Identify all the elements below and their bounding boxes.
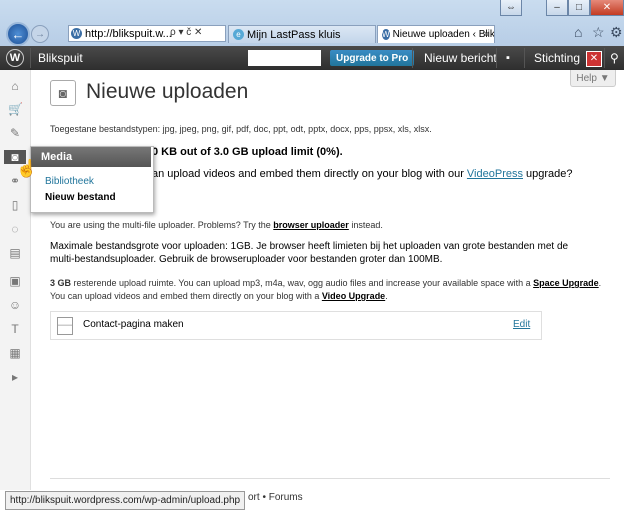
address-text: http://blikspuit.w...: [85, 27, 172, 40]
restore-icon[interactable]: ⇔: [500, 0, 522, 16]
close-window-button[interactable]: ✕: [590, 0, 624, 16]
media-item-title: Contact-pagina maken: [83, 319, 184, 330]
media-page-icon: ◙: [50, 80, 76, 106]
posts-pin-icon[interactable]: ✎: [8, 126, 22, 140]
forward-arrow-icon: →: [35, 28, 45, 40]
settings-icon[interactable]: ▦: [8, 346, 22, 360]
tab-lastpass[interactable]: e Mijn LastPass kluis: [228, 25, 376, 43]
users-icon[interactable]: ☺: [8, 298, 22, 312]
store-cart-icon[interactable]: 🛒: [8, 102, 23, 116]
wordpress-favicon-icon: W: [71, 28, 82, 39]
site-name[interactable]: Blikspuit: [38, 46, 83, 70]
minimize-button[interactable]: –: [546, 0, 568, 16]
tab-close-icon[interactable]: ×: [483, 27, 490, 41]
space-upgrade-link[interactable]: Space Upgrade: [533, 278, 599, 288]
back-arrow-icon: ←: [11, 26, 25, 42]
page-title: Nieuwe uploaden: [86, 80, 249, 103]
max-size-notice: Maximale bestandsgrote voor uploaden: 1G…: [50, 241, 569, 265]
tab-nieuwe-uploaden[interactable]: W Nieuwe uploaden ‹ Blikspui...: [377, 25, 495, 43]
settings-gear-icon[interactable]: ⚙: [610, 24, 623, 41]
videopress-text: an upload videos and embed them directly…: [152, 168, 573, 180]
back-button[interactable]: ←: [6, 22, 30, 46]
document-icon: [57, 317, 73, 335]
tab-label: Nieuwe uploaden ‹ Blikspui...: [392, 29, 495, 40]
menu-item-bibliotheek[interactable]: Bibliotheek: [45, 176, 94, 187]
feedback-icon[interactable]: ▤: [8, 246, 22, 260]
user-menu[interactable]: Stichting: [534, 46, 580, 70]
video-upgrade-link[interactable]: Video Upgrade: [322, 291, 385, 301]
status-bar-url: http://blikspuit.wordpress.com/wp-admin/…: [5, 491, 246, 510]
edit-link[interactable]: Edit: [513, 319, 530, 330]
appearance-icon[interactable]: ▣: [8, 274, 22, 288]
pages-icon[interactable]: ▯: [8, 198, 22, 212]
ie-favicon-icon: e: [233, 29, 244, 40]
address-actions[interactable]: ρ ▾ č ✕: [170, 27, 202, 38]
new-post-button[interactable]: Nieuw bericht: [424, 46, 497, 70]
maximize-button[interactable]: □: [568, 0, 590, 16]
admin-sidebar: ⌂ 🛒 ✎ ◙ ⚭ ▯ ◌ ▤ ▣ ☺ T ▦ ▸: [0, 70, 31, 490]
media-flyout-menu: Media Bibliotheek Nieuw bestand: [30, 146, 154, 213]
wordpress-logo-icon[interactable]: W: [6, 46, 24, 70]
tools-icon[interactable]: T: [8, 322, 22, 336]
footer-links[interactable]: ort • Forums: [248, 492, 303, 503]
wp-admin-bar: W Blikspuit Upgrade to Pro Nieuw bericht…: [0, 46, 624, 70]
home-icon[interactable]: ⌂: [574, 24, 582, 40]
adminbar-search-input[interactable]: [248, 50, 321, 66]
videopress-link[interactable]: VideoPress: [467, 168, 523, 180]
collapse-menu-icon[interactable]: ▸: [8, 370, 22, 384]
upgrade-to-pro-button[interactable]: Upgrade to Pro: [330, 50, 415, 66]
hand-cursor-icon: ☝: [16, 159, 38, 178]
allowed-filetypes: Toegestane bestandstypen: jpg, jpeg, png…: [50, 124, 432, 134]
forward-button[interactable]: →: [31, 25, 49, 43]
multi-uploader-notice: You are using the multi-file uploader. P…: [50, 220, 383, 230]
space-notice: 3 GB resterende upload ruimte. You can u…: [50, 278, 602, 301]
comments-icon[interactable]: ▪: [506, 46, 510, 70]
menu-item-nieuw-bestand[interactable]: Nieuw bestand: [45, 192, 116, 203]
comments-icon[interactable]: ◌: [8, 222, 22, 236]
dashboard-icon[interactable]: ⌂: [8, 79, 22, 93]
tab-label: Mijn LastPass kluis: [247, 28, 341, 41]
wordpress-favicon-icon: W: [382, 29, 390, 40]
browser-uploader-link[interactable]: browser uploader: [273, 220, 349, 230]
favorites-star-icon[interactable]: ☆: [592, 24, 605, 41]
footer-divider: [50, 478, 610, 479]
media-menu-header[interactable]: Media: [31, 147, 151, 167]
search-icon[interactable]: ⚲: [610, 46, 619, 70]
avatar[interactable]: ✕: [586, 51, 602, 67]
media-item-row: Contact-pagina maken Edit: [50, 311, 542, 340]
upload-usage: 0 KB out of 3.0 GB upload limit (0%).: [152, 146, 343, 158]
help-button[interactable]: Help ▼: [570, 70, 616, 87]
